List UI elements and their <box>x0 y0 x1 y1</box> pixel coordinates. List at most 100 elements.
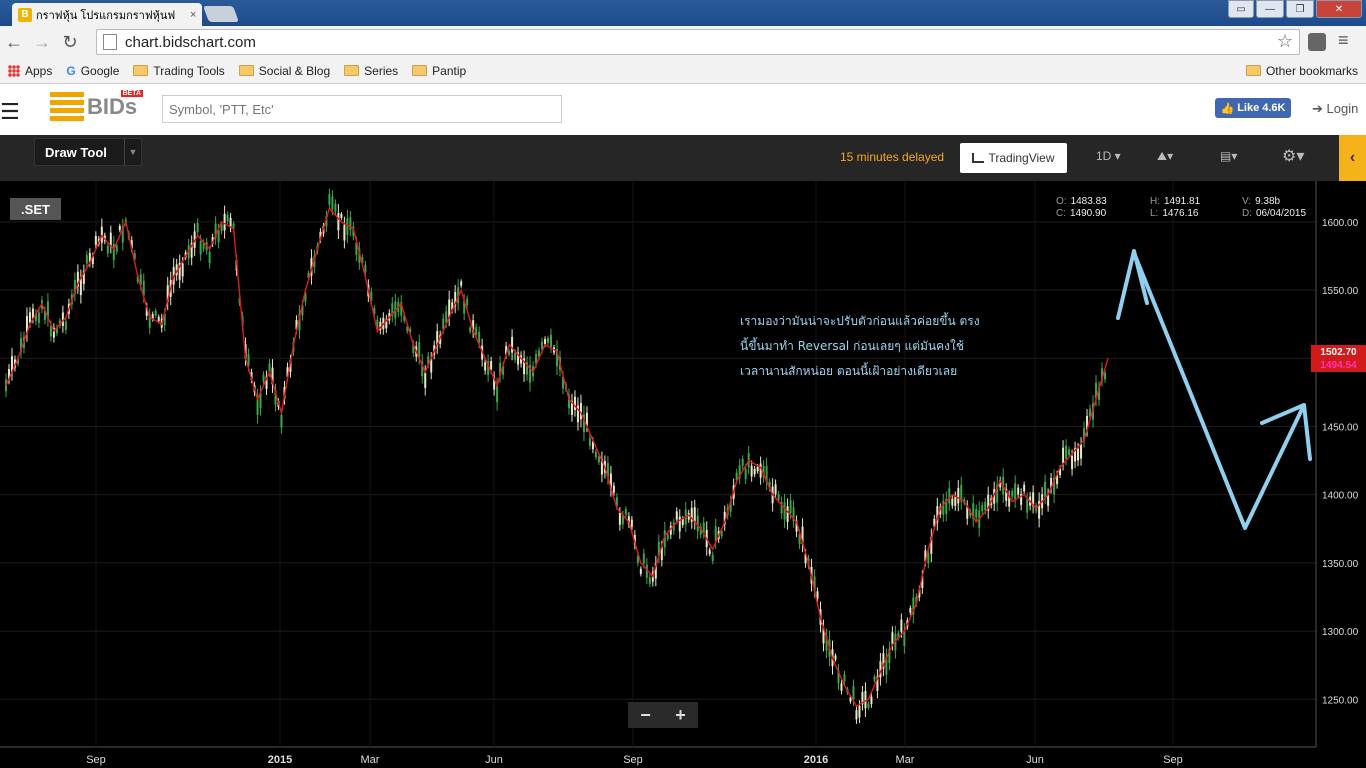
bookmark-other[interactable]: Other bookmarks <box>1245 64 1358 78</box>
candle-body <box>346 218 349 235</box>
candle-body <box>1017 487 1020 495</box>
bookmark-label: Social & Blog <box>258 63 331 78</box>
chart-area[interactable]: 1600.001550.001500.001450.001400.001350.… <box>0 181 1366 768</box>
candle-body <box>855 710 858 720</box>
chart-type-icon[interactable]: ⛰▾ <box>1157 149 1173 164</box>
zoom-out-button[interactable]: − <box>628 702 663 728</box>
indicators-icon[interactable]: ▤▾ <box>1220 149 1237 163</box>
candle-body <box>666 534 669 539</box>
symbol-search-input[interactable] <box>162 95 562 123</box>
candle-body <box>445 311 448 323</box>
candle-body <box>789 500 792 513</box>
bids-logo[interactable]: BIDs BETA <box>50 90 144 122</box>
price-chart[interactable]: 1600.001550.001500.001450.001400.001350.… <box>0 181 1366 768</box>
candle-body <box>196 222 199 233</box>
x-tick-label: Sep <box>1163 754 1183 766</box>
address-bar[interactable]: chart.bidschart.com ☆ <box>96 29 1300 55</box>
arrow-zigzag-annotation <box>1132 251 1306 530</box>
bookmark-social-blog[interactable]: Social & Blog <box>238 63 331 78</box>
x-tick-label: Jun <box>485 754 503 766</box>
bookmark-series[interactable]: Series <box>344 64 398 78</box>
candle-body <box>37 312 40 323</box>
candle-body <box>741 458 744 466</box>
delay-notice: 15 minutes delayed <box>840 150 945 164</box>
settings-gear-icon[interactable]: ⚙▾ <box>1282 146 1304 166</box>
candle-body <box>478 331 481 343</box>
candle-body <box>1014 483 1017 500</box>
chevron-down-icon[interactable]: ▼ <box>124 139 141 165</box>
candle-body <box>343 224 346 241</box>
candle-body <box>870 696 873 705</box>
candle-body <box>756 466 759 472</box>
candle-body <box>64 321 67 330</box>
hamburger-menu-icon[interactable]: ☰ <box>0 99 20 125</box>
reload-icon[interactable]: ↻ <box>56 32 84 53</box>
user-profile-icon[interactable]: ▭ <box>1228 0 1254 18</box>
chrome-menu-icon[interactable]: ≡ <box>1338 30 1349 51</box>
candle-body <box>106 245 109 254</box>
low-value: 1476.16 <box>1162 208 1199 219</box>
candle-body <box>232 223 235 228</box>
minimize-icon[interactable]: — <box>1256 0 1284 18</box>
zoom-in-button[interactable]: + <box>663 702 698 728</box>
candle-body <box>28 312 31 323</box>
login-link[interactable]: ➔ Login <box>1312 101 1358 117</box>
candle-body <box>948 488 951 504</box>
bookmark-google[interactable]: G Google <box>66 64 119 78</box>
window-close-icon[interactable]: ✕ <box>1316 0 1362 18</box>
login-icon: ➔ <box>1312 101 1323 116</box>
maximize-icon[interactable]: ❐ <box>1286 0 1314 18</box>
facebook-like-button[interactable]: 👍 Like 4.6K <box>1215 98 1291 118</box>
bookmark-star-icon[interactable]: ☆ <box>1277 31 1293 52</box>
candle-body <box>1077 448 1080 461</box>
candle-body <box>864 690 867 709</box>
extension-icon[interactable] <box>1308 33 1326 51</box>
candle-body <box>475 327 478 335</box>
candle-body <box>331 196 334 210</box>
candle-body <box>648 577 651 584</box>
folder-icon <box>238 65 254 76</box>
candle-body <box>118 225 121 231</box>
back-arrow-icon[interactable]: ← <box>0 32 28 53</box>
bookmark-pantip[interactable]: Pantip <box>412 64 466 78</box>
annotation-line: นี้ขึ้นมาทำ Reversal ก่อนเลยๆ แต่มันคงใช… <box>740 339 965 353</box>
new-tab-button[interactable] <box>203 6 239 22</box>
candle-body <box>424 372 427 388</box>
tradingview-button[interactable]: TradingView <box>960 143 1067 173</box>
draw-tool-dropdown[interactable]: Draw Tool ▼ <box>34 138 142 166</box>
tab-close-icon[interactable]: × <box>190 9 196 21</box>
candle-body <box>744 468 747 480</box>
candle-body <box>774 484 777 495</box>
candle-body <box>85 255 88 264</box>
bookmark-apps[interactable]: Apps <box>8 64 52 78</box>
date-value: 06/04/2015 <box>1256 208 1307 219</box>
zoom-controls: − + <box>628 702 698 728</box>
candle-body <box>220 224 223 232</box>
interval-dropdown[interactable]: 1D ▾ <box>1096 149 1121 163</box>
candle-body <box>226 214 229 221</box>
x-tick-label: 2016 <box>804 754 828 766</box>
open-value: 1483.83 <box>1070 196 1107 207</box>
bookmark-trading-tools[interactable]: Trading Tools <box>133 64 225 78</box>
side-panel-toggle-icon[interactable]: ‹ <box>1339 135 1366 181</box>
forward-arrow-icon[interactable]: → <box>28 32 56 53</box>
candle-body <box>484 362 487 371</box>
candle-body <box>840 683 843 691</box>
candle-body <box>624 508 627 515</box>
candle-body <box>873 676 876 681</box>
candle-body <box>466 298 469 306</box>
candle-body <box>777 493 780 501</box>
candle-body <box>1065 445 1068 459</box>
folder-icon <box>412 65 428 76</box>
chart-annotation: เรามองว่ามันน่าจะปรับตัวก่อนแล้วค่อยขึ้น… <box>740 309 1030 384</box>
candle-body <box>1062 447 1065 463</box>
candle-body <box>612 485 615 493</box>
bookmark-label: Apps <box>25 63 53 78</box>
candle-body <box>786 506 789 522</box>
candle-body <box>157 316 160 322</box>
arrow-up-annotation <box>1116 249 1149 320</box>
x-tick-label: Sep <box>623 754 643 766</box>
candle-body <box>858 705 861 718</box>
browser-tab-active[interactable]: B กราฟหุ้น โปรแกรมกราฟหุ้นฟ × <box>12 3 202 26</box>
candle-body <box>900 619 903 632</box>
